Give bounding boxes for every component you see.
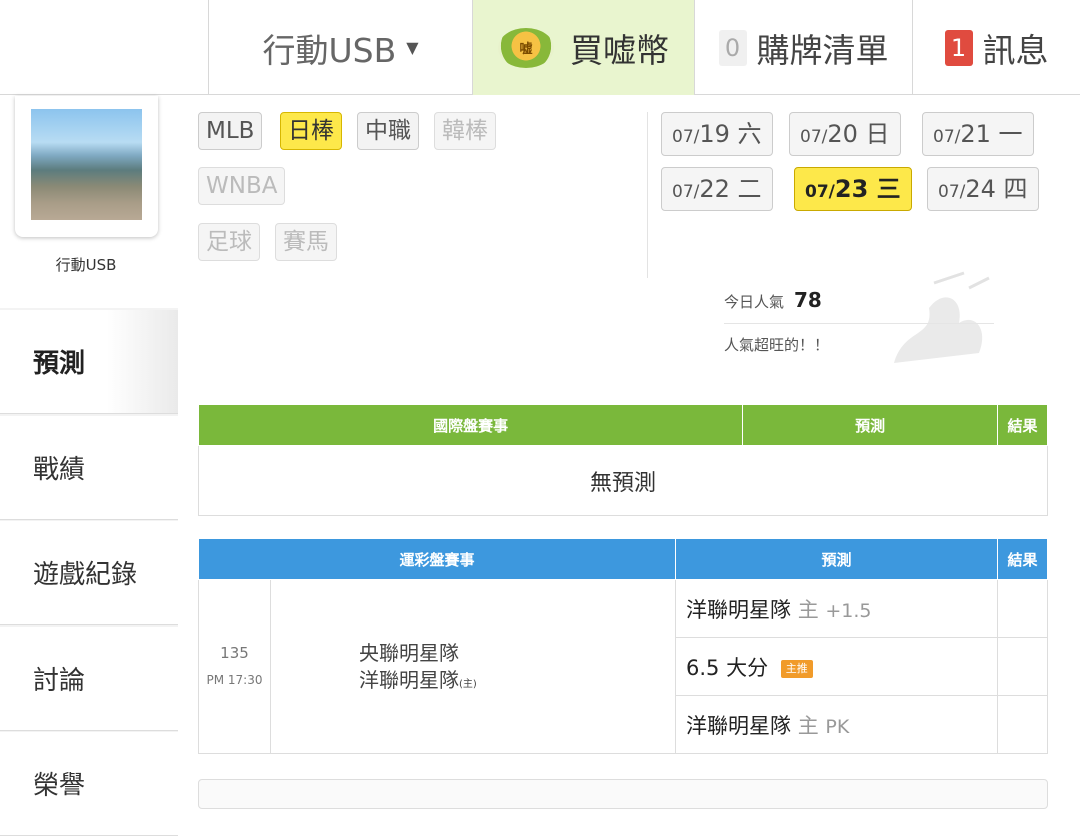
result-cell — [997, 637, 1048, 696]
date-tab-0719[interactable]: 07/19 六 — [661, 112, 773, 156]
league-tag-npb[interactable]: 日棒 — [280, 112, 342, 150]
home-team: 洋聯明星隊 — [359, 667, 459, 692]
coin-logo-icon: 嘘 — [498, 27, 554, 68]
user-menu-label: 行動USB — [262, 30, 397, 70]
table-header: 結果 — [997, 538, 1048, 580]
messages-button[interactable]: 1 訊息 — [912, 0, 1080, 95]
sidebar: 行動USB 預測 戰績 遊戲紀錄 討論 榮譽 — [0, 96, 178, 836]
game-time: PM 17:30 — [206, 672, 263, 687]
league-tag-mlb[interactable]: MLB — [198, 112, 263, 150]
league-tag-wnba[interactable]: WNBA — [198, 167, 286, 205]
table-header: 國際盤賽事 — [197, 404, 744, 446]
date-tab-0723[interactable]: 07/23 三 — [794, 167, 912, 211]
league-tag-kbo[interactable]: 韓棒 — [434, 112, 496, 150]
sport-lottery-predictions-table: 運彩盤賽事 預測 結果 135 PM 17:30 央聯明星隊 洋聯明星隊(主) … — [198, 538, 1048, 754]
popularity-note: 人氣超旺的！！ — [724, 336, 830, 354]
table-header: 結果 — [997, 404, 1048, 446]
sidebar-item-game-history[interactable]: 遊戲紀錄 — [0, 521, 178, 625]
sidebar-item-record[interactable]: 戰績 — [0, 416, 178, 520]
sidebar-item-honors[interactable]: 榮譽 — [0, 732, 178, 836]
result-cell — [997, 579, 1048, 638]
table-header: 預測 — [675, 538, 998, 580]
intl-predictions-table: 國際盤賽事 預測 結果 無預測 — [197, 404, 1048, 516]
top-nav-bar: 行動USB ▼ 嘘 買嘘幣 0 購牌清單 1 訊息 — [0, 0, 1080, 95]
purchase-list-button[interactable]: 0 購牌清單 — [694, 0, 912, 95]
buy-coins-button[interactable]: 嘘 買嘘幣 — [472, 0, 694, 95]
profile-name: 行動USB — [55, 256, 117, 274]
table-header: 預測 — [742, 404, 999, 446]
prediction-pick-total[interactable]: 6.5 大分 主推 — [675, 637, 998, 696]
result-cell — [997, 695, 1048, 754]
messages-count-badge: 1 — [944, 29, 973, 66]
popularity-panel: 今日人氣 78 人氣超旺的！！ — [724, 271, 1004, 378]
avatar-frame[interactable] — [15, 96, 158, 237]
popularity-label: 今日人氣 78 — [724, 288, 822, 312]
divider — [647, 112, 648, 278]
home-marker: (主) — [459, 678, 477, 690]
game-number: 135 — [220, 644, 249, 662]
buy-coins-label: 買嘘幣 — [570, 30, 669, 70]
league-tag-soccer[interactable]: 足球 — [198, 223, 260, 261]
featured-pick-badge: 主推 — [780, 659, 813, 678]
league-tag-cpbl[interactable]: 中職 — [357, 112, 419, 150]
game-number-cell: 135 PM 17:30 — [198, 579, 271, 754]
no-predictions-text: 無預測 — [198, 445, 1048, 516]
profile-card: 行動USB — [0, 96, 178, 308]
table-header: 運彩盤賽事 — [198, 538, 676, 580]
away-team: 央聯明星隊 — [359, 640, 459, 665]
date-tab-0724[interactable]: 07/24 四 — [927, 167, 1039, 211]
prediction-pick-moneyline[interactable]: 洋聯明星隊 主 PK — [675, 695, 998, 754]
avatar — [31, 109, 142, 220]
main-content: MLB 日棒 中職 韓棒 WNBA 足球 賽馬 07/19 六 07/20 日 … — [178, 96, 1068, 809]
user-menu-dropdown[interactable]: 行動USB ▼ — [208, 0, 472, 95]
league-tag-horse-racing[interactable]: 賽馬 — [275, 223, 337, 261]
popularity-value: 78 — [794, 288, 822, 312]
chevron-down-icon: ▼ — [406, 38, 419, 57]
divider — [724, 323, 994, 324]
purchase-list-count: 0 — [718, 29, 747, 66]
sidebar-item-discussion[interactable]: 討論 — [0, 627, 178, 731]
sidebar-item-predictions[interactable]: 預測 — [0, 310, 178, 414]
date-tab-0720[interactable]: 07/20 日 — [789, 112, 901, 156]
table-row: 135 PM 17:30 央聯明星隊 洋聯明星隊(主) 洋聯明星隊 主 +1.5 — [198, 579, 1048, 754]
prediction-pick-spread[interactable]: 洋聯明星隊 主 +1.5 — [675, 579, 998, 638]
date-tab-0721[interactable]: 07/21 一 — [922, 112, 1034, 156]
game-teams-cell: 央聯明星隊 洋聯明星隊(主) — [270, 579, 676, 754]
messages-label: 訊息 — [982, 30, 1049, 70]
date-tab-0722[interactable]: 07/22 二 — [661, 167, 773, 211]
discussion-box — [198, 779, 1048, 809]
purchase-list-label: 購牌清單 — [756, 30, 889, 70]
